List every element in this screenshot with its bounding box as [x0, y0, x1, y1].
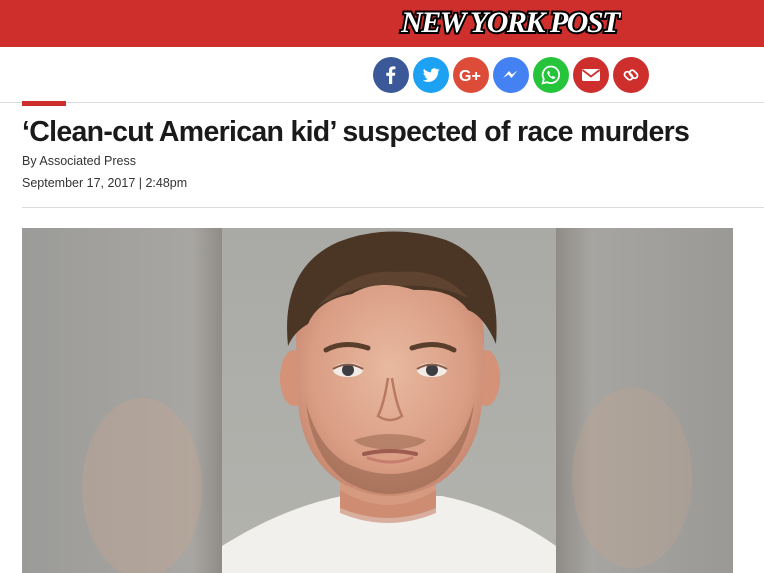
article-photo[interactable]	[22, 228, 733, 573]
twitter-icon	[422, 68, 440, 82]
email-icon	[581, 69, 601, 81]
article-date: September 17, 2017 | 2:48pm	[22, 176, 188, 190]
facebook-icon	[386, 66, 396, 84]
whatsapp-share-button[interactable]	[533, 57, 569, 93]
header-divider	[22, 207, 764, 208]
svg-text:G+: G+	[459, 68, 481, 85]
link-icon	[623, 69, 639, 81]
google-plus-share-button[interactable]: G+	[453, 57, 489, 93]
article-byline[interactable]: By Associated Press	[22, 154, 136, 168]
email-share-button[interactable]	[573, 57, 609, 93]
google-plus-icon: G+	[459, 68, 481, 85]
logo-text: NEW YORK POST	[400, 6, 622, 39]
facebook-share-button[interactable]	[373, 57, 409, 93]
article-headline: ‘Clean-cut American kid’ suspected of ra…	[22, 116, 690, 148]
top-header-bar: NEW YORK POST	[0, 0, 764, 47]
messenger-icon	[503, 70, 518, 78]
new-york-post-logo[interactable]: NEW YORK POST	[398, 4, 622, 40]
section-accent-bar	[22, 101, 66, 106]
copy-link-button[interactable]	[613, 57, 649, 93]
mugshot-photo	[22, 228, 733, 573]
twitter-share-button[interactable]	[413, 57, 449, 93]
whatsapp-icon	[541, 65, 561, 85]
messenger-share-button[interactable]	[493, 57, 529, 93]
share-toolbar: G+	[0, 47, 764, 103]
